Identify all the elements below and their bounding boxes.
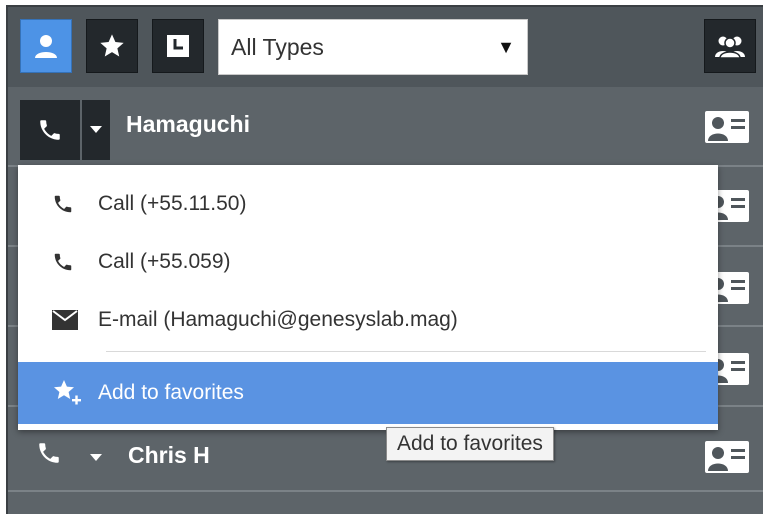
phone-icon bbox=[52, 251, 86, 273]
menu-item-call-2[interactable]: Call (+55.059) bbox=[18, 233, 718, 291]
menu-item-label: E-mail (Hamaguchi@genesyslab.mag) bbox=[98, 308, 458, 331]
phone-icon bbox=[39, 443, 59, 463]
contact-card-icon bbox=[705, 111, 749, 143]
group-button[interactable] bbox=[704, 19, 756, 73]
call-button[interactable] bbox=[36, 440, 62, 471]
contacts-tab-button[interactable] bbox=[20, 19, 72, 73]
contact-name: Hamaguchi bbox=[126, 111, 250, 137]
contact-name: Chris H bbox=[128, 442, 210, 468]
call-split-button[interactable] bbox=[20, 100, 110, 160]
favorites-tab-button[interactable] bbox=[86, 19, 138, 73]
menu-item-email[interactable]: E-mail (Hamaguchi@genesyslab.mag) bbox=[18, 291, 718, 349]
type-filter-value: All Types bbox=[231, 33, 324, 60]
call-options-button[interactable] bbox=[82, 100, 110, 160]
person-icon bbox=[35, 35, 57, 58]
call-button[interactable] bbox=[20, 100, 80, 160]
contact-card-button[interactable] bbox=[704, 110, 750, 144]
type-filter-select[interactable]: All Types ▼ bbox=[218, 19, 528, 75]
menu-item-call-1[interactable]: Call (+55.11.50) bbox=[18, 175, 718, 233]
toolbar: All Types ▼ bbox=[8, 7, 763, 87]
caret-down-icon bbox=[90, 126, 102, 133]
group-icon bbox=[715, 36, 745, 59]
recent-tab-button[interactable] bbox=[152, 19, 204, 73]
menu-item-label: Add to favorites bbox=[98, 381, 244, 404]
contact-card-button[interactable] bbox=[704, 440, 750, 474]
phone-icon bbox=[52, 193, 86, 215]
dropdown-arrow-icon: ▼ bbox=[497, 36, 515, 57]
star-plus-icon bbox=[52, 379, 86, 407]
tooltip: Add to favorites bbox=[386, 427, 554, 461]
contact-actions-menu: Call (+55.11.50) Call (+55.059) E-mail (… bbox=[18, 165, 718, 430]
call-options-button[interactable] bbox=[90, 449, 102, 467]
menu-item-label: Call (+55.059) bbox=[98, 250, 231, 273]
contact-card-icon bbox=[705, 441, 749, 473]
recent-icon bbox=[167, 35, 189, 57]
menu-divider bbox=[106, 351, 706, 352]
phone-icon bbox=[40, 120, 60, 140]
menu-item-label: Call (+55.11.50) bbox=[98, 192, 247, 215]
star-icon bbox=[100, 34, 124, 57]
mail-icon bbox=[52, 310, 86, 330]
caret-down-icon bbox=[90, 454, 102, 461]
menu-item-add-to-favorites[interactable]: Add to favorites bbox=[18, 362, 718, 424]
contact-row[interactable]: Hamaguchi bbox=[8, 87, 763, 167]
